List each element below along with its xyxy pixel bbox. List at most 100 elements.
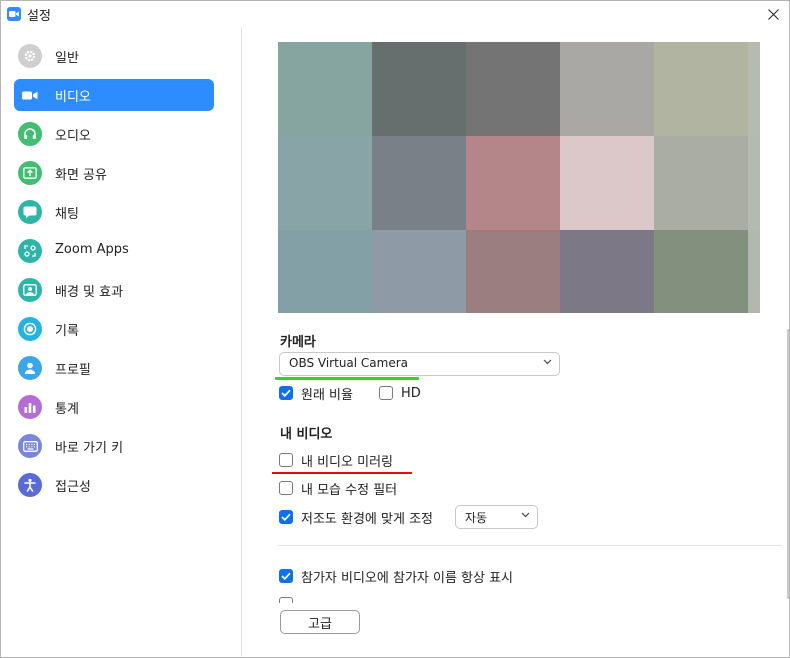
sidebar-item-label: 오디오: [55, 129, 91, 144]
sidebar-item-label: 프로필: [55, 363, 91, 378]
original-ratio-label: 원래 비율: [301, 387, 353, 403]
section-divider: [278, 545, 782, 546]
touch-up-label: 내 모습 수정 필터: [301, 482, 398, 498]
sidebar-item-label: 채팅: [55, 207, 79, 222]
sidebar-item-label: 비디오: [55, 90, 91, 105]
chevron-down-icon: [543, 359, 552, 365]
close-icon: [767, 8, 779, 20]
preview-tile: [654, 136, 748, 230]
profile-icon: [18, 356, 42, 380]
advanced-button-label: 고급: [308, 616, 332, 632]
preview-tile: [654, 42, 748, 136]
sidebar-item-background-effects[interactable]: 배경 및 효과: [14, 274, 214, 306]
checkmark-icon: [281, 572, 291, 580]
camera-section-title: 카메라: [280, 335, 316, 350]
sidebar-item-label: 통계: [55, 402, 79, 417]
chevron-down-icon: [521, 512, 530, 518]
chat-bubble-icon: [18, 200, 42, 224]
preview-tile: [278, 42, 372, 136]
gear-icon: [18, 44, 42, 68]
sidebar-item-accessibility[interactable]: 접근성: [14, 469, 214, 501]
preview-tile: [466, 136, 560, 230]
sidebar-item-label: 접근성: [55, 480, 91, 495]
record-icon: [18, 317, 42, 341]
preview-tile: [748, 42, 760, 136]
settings-sidebar: 일반 비디오 오디오 화면 공유 채팅 Zoom Apps 배경 및 효과 기록…: [1, 27, 242, 657]
touch-up-checkbox[interactable]: [279, 481, 293, 495]
sidebar-item-share-screen[interactable]: 화면 공유: [14, 157, 214, 189]
always-show-names-option: 참가자 비디오에 참가자 이름 항상 표시: [279, 567, 514, 586]
low-light-option: 저조도 환경에 맞게 조정: [279, 508, 433, 527]
preview-tile: [748, 230, 760, 313]
original-ratio-option: 원래 비율: [279, 384, 353, 403]
sidebar-item-statistics[interactable]: 통계: [14, 391, 214, 423]
my-video-section-title: 내 비디오: [280, 427, 333, 442]
hd-checkbox[interactable]: [379, 386, 393, 400]
sidebar-item-label: 바로 가기 키: [55, 441, 124, 456]
sidebar-item-keyboard-shortcuts[interactable]: 바로 가기 키: [14, 430, 214, 462]
preview-tile: [560, 136, 654, 230]
sidebar-item-label: 일반: [55, 51, 79, 66]
highlight-underline-red: [272, 472, 412, 474]
camera-select[interactable]: OBS Virtual Camera: [279, 352, 560, 376]
mirror-video-checkbox[interactable]: [279, 453, 293, 467]
low-light-checkbox[interactable]: [279, 510, 293, 524]
scrollbar-thumb[interactable]: [787, 329, 789, 599]
sidebar-item-label: Zoom Apps: [55, 242, 129, 257]
preview-tile: [372, 42, 466, 136]
sidebar-item-label: 기록: [55, 324, 79, 339]
apps-icon: [18, 239, 42, 263]
low-light-select[interactable]: 자동: [455, 505, 538, 529]
preview-tile: [278, 230, 372, 313]
preview-tile: [748, 136, 760, 230]
always-show-names-checkbox[interactable]: [279, 569, 293, 583]
accessibility-icon: [18, 473, 42, 497]
hd-option: HD: [379, 384, 421, 402]
close-button[interactable]: [757, 1, 789, 27]
video-camera-icon: [18, 83, 42, 107]
preview-tile: [560, 42, 654, 136]
preview-tile: [654, 230, 748, 313]
sidebar-item-general[interactable]: 일반: [14, 40, 214, 72]
checkmark-icon: [281, 389, 291, 397]
sidebar-item-audio[interactable]: 오디오: [14, 118, 214, 150]
mirror-video-label: 내 비디오 미러링: [301, 454, 393, 470]
sidebar-item-video[interactable]: 비디오: [14, 79, 214, 111]
zoom-app-icon: [7, 7, 21, 21]
video-settings-panel: 카메라 OBS Virtual Camera 원래 비율 HD 내 비디오 내 …: [242, 27, 789, 657]
low-light-label: 저조도 환경에 맞게 조정: [301, 511, 433, 527]
low-light-select-value: 자동: [465, 511, 488, 525]
preview-tile: [372, 136, 466, 230]
highlight-underline-green: [275, 377, 419, 380]
preview-tile: [560, 230, 654, 313]
camera-preview: [278, 42, 760, 313]
sidebar-item-zoom-apps[interactable]: Zoom Apps: [14, 235, 214, 267]
share-screen-icon: [18, 161, 42, 185]
sidebar-item-label: 배경 및 효과: [55, 285, 124, 300]
statistics-icon: [18, 395, 42, 419]
checkmark-icon: [281, 513, 291, 521]
sidebar-item-label: 화면 공유: [55, 168, 107, 183]
headphones-icon: [18, 122, 42, 146]
preview-tile: [466, 230, 560, 313]
window-title: 설정: [27, 9, 51, 24]
settings-window: 설정 일반 비디오 오디오 화면 공유 채팅 Zoom Apps 배경 및 효과…: [0, 0, 790, 658]
partially-hidden-option: [279, 597, 539, 603]
touch-up-option: 내 모습 수정 필터: [279, 479, 398, 498]
advanced-button[interactable]: 고급: [280, 610, 360, 634]
keyboard-icon: [18, 434, 42, 458]
mirror-video-option: 내 비디오 미러링: [279, 451, 393, 470]
preview-tile: [278, 136, 372, 230]
partially-hidden-checkbox[interactable]: [279, 597, 293, 603]
camera-select-value: OBS Virtual Camera: [289, 356, 409, 370]
background-icon: [18, 278, 42, 302]
preview-tile: [372, 230, 466, 313]
always-show-names-label: 참가자 비디오에 참가자 이름 항상 표시: [301, 570, 514, 586]
sidebar-item-profile[interactable]: 프로필: [14, 352, 214, 384]
hd-label: HD: [401, 385, 421, 401]
original-ratio-checkbox[interactable]: [279, 386, 293, 400]
preview-tile: [466, 42, 560, 136]
title-bar: 설정: [1, 1, 789, 27]
sidebar-item-recording[interactable]: 기록: [14, 313, 214, 345]
sidebar-item-chat[interactable]: 채팅: [14, 196, 214, 228]
